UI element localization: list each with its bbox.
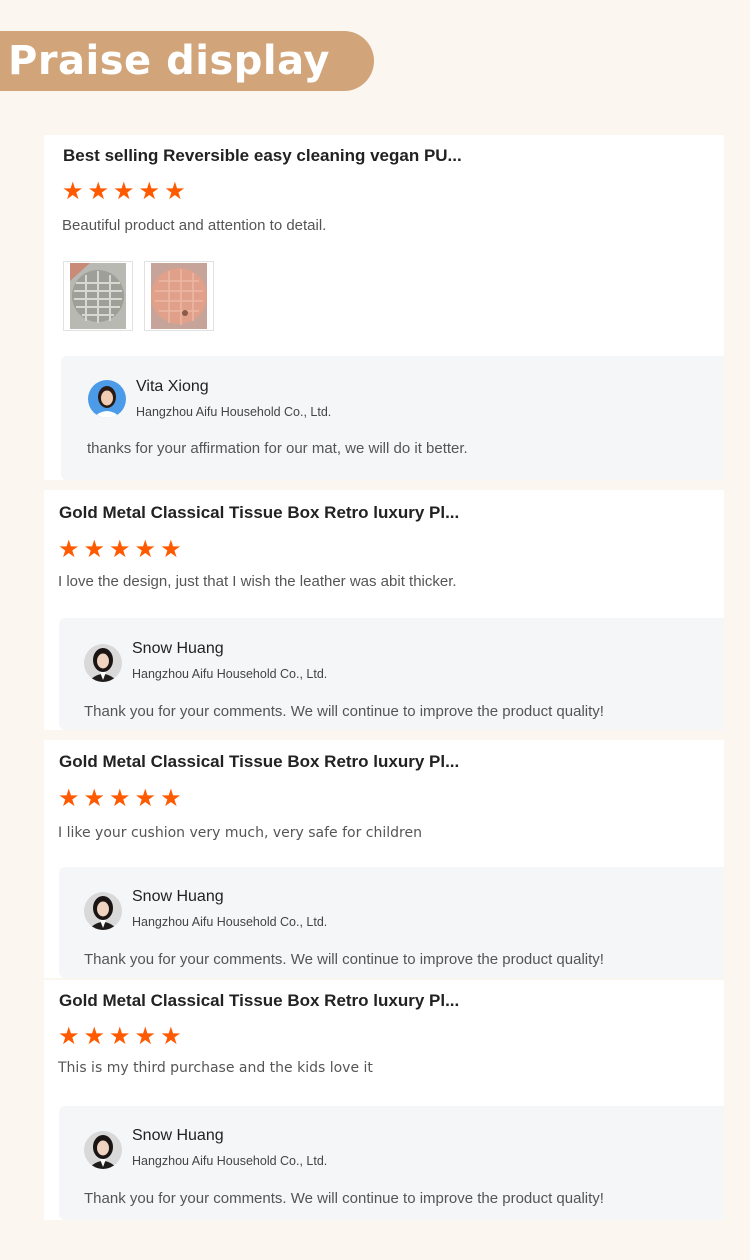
product-title[interactable]: Gold Metal Classical Tissue Box Retro lu… xyxy=(59,503,459,523)
reply-text: Thank you for your comments. We will con… xyxy=(84,951,604,968)
mat-photo-pink xyxy=(151,263,207,329)
star-icon: ★ xyxy=(164,178,186,205)
star-icon: ★ xyxy=(113,178,135,205)
star-icon: ★ xyxy=(109,785,131,812)
review-text: I like your cushion very much, very safe… xyxy=(58,825,422,841)
star-icon: ★ xyxy=(58,1023,80,1050)
star-icon: ★ xyxy=(83,785,106,812)
star-icon: ★ xyxy=(58,536,80,563)
star-icon: ★ xyxy=(109,1023,131,1050)
product-title[interactable]: Best selling Reversible easy cleaning ve… xyxy=(63,146,462,166)
seller-reply: Snow Huang Hangzhou Aifu Household Co., … xyxy=(59,618,724,730)
star-icon: ★ xyxy=(138,178,161,205)
mat-photo-grey xyxy=(70,263,126,329)
reply-author: Snow Huang xyxy=(132,640,224,657)
star-icon: ★ xyxy=(134,536,157,563)
star-icon: ★ xyxy=(160,536,182,563)
seller-reply: Snow Huang Hangzhou Aifu Household Co., … xyxy=(59,867,724,978)
review-text: I love the design, just that I wish the … xyxy=(58,573,457,590)
star-rating: ★ ★ ★ ★ ★ xyxy=(58,1023,182,1050)
review-text: This is my third purchase and the kids l… xyxy=(58,1060,373,1076)
avatar xyxy=(84,1131,122,1169)
avatar xyxy=(88,380,126,418)
star-rating: ★ ★ ★ ★ ★ xyxy=(62,178,186,205)
star-icon: ★ xyxy=(83,1023,106,1050)
reply-company: Hangzhou Aifu Household Co., Ltd. xyxy=(132,1154,328,1168)
product-title[interactable]: Gold Metal Classical Tissue Box Retro lu… xyxy=(59,752,459,772)
reply-company: Hangzhou Aifu Household Co., Ltd. xyxy=(132,915,328,929)
star-icon: ★ xyxy=(62,178,84,205)
star-icon: ★ xyxy=(87,178,110,205)
avatar xyxy=(84,644,122,682)
seller-reply: Vita Xiong Hangzhou Aifu Household Co., … xyxy=(61,356,724,480)
reply-text: Thank you for your comments. We will con… xyxy=(84,703,604,720)
praise-banner: Praise display xyxy=(0,31,374,91)
reply-company: Hangzhou Aifu Household Co., Ltd. xyxy=(136,405,332,419)
reply-text: thanks for your affirmation for our mat,… xyxy=(87,440,468,457)
star-rating: ★ ★ ★ ★ ★ xyxy=(58,536,182,563)
review-text: Beautiful product and attention to detai… xyxy=(62,217,327,234)
reply-author: Vita Xiong xyxy=(136,378,209,395)
reply-author: Snow Huang xyxy=(132,888,224,905)
star-icon: ★ xyxy=(109,536,131,563)
star-icon: ★ xyxy=(160,1023,182,1050)
star-icon: ★ xyxy=(134,1023,157,1050)
review-photo[interactable] xyxy=(63,261,133,331)
star-icon: ★ xyxy=(134,785,157,812)
star-icon: ★ xyxy=(83,536,106,563)
reply-author: Snow Huang xyxy=(132,1127,224,1144)
reply-company: Hangzhou Aifu Household Co., Ltd. xyxy=(132,667,328,681)
product-title[interactable]: Gold Metal Classical Tissue Box Retro lu… xyxy=(59,991,459,1011)
star-rating: ★ ★ ★ ★ ★ xyxy=(58,785,182,812)
star-icon: ★ xyxy=(160,785,182,812)
review-photo[interactable] xyxy=(144,261,214,331)
page-title: Praise display xyxy=(8,38,330,84)
avatar xyxy=(84,892,122,930)
star-icon: ★ xyxy=(58,785,80,812)
seller-reply: Snow Huang Hangzhou Aifu Household Co., … xyxy=(59,1106,724,1220)
reply-text: Thank you for your comments. We will con… xyxy=(84,1190,604,1207)
